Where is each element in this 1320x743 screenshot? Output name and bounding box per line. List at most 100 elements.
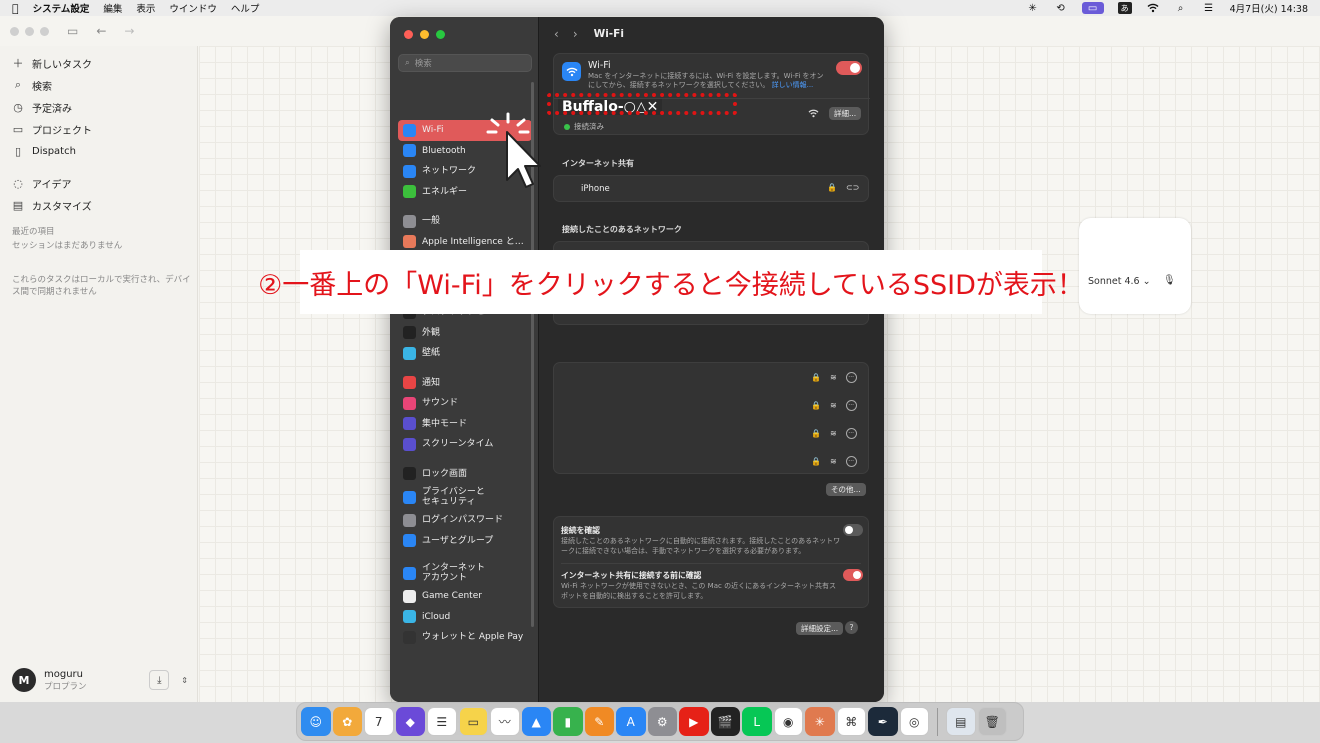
preview-icon[interactable]: ▤: [946, 706, 976, 737]
sidebar-item-hand[interactable]: プライバシーと セキュリティ: [398, 484, 532, 510]
forward-chevron-icon[interactable]: ›: [573, 27, 578, 41]
sidebar-item-ideas[interactable]: ◌ アイデア: [0, 172, 197, 194]
claquette-icon[interactable]: 🎬: [710, 706, 740, 737]
app-name-menu[interactable]: システム設定: [33, 1, 90, 15]
menu-help[interactable]: ヘルプ: [231, 1, 260, 15]
sidebar-item-projects[interactable]: ▭ プロジェクト: [0, 118, 197, 140]
connected-network-row[interactable]: Buffalo-○△✕ 接続済み 詳細...: [547, 93, 870, 134]
apple-menu-icon[interactable]: : [12, 2, 19, 15]
forward-arrow-icon[interactable]: →: [124, 24, 134, 38]
more-icon[interactable]: ···: [845, 372, 857, 383]
pages-icon[interactable]: ✎: [584, 706, 614, 737]
photos-icon[interactable]: ✿: [332, 706, 362, 737]
wifi-toggle[interactable]: [836, 61, 862, 75]
sidebar-item-gamecenter[interactable]: Game Center: [398, 586, 532, 607]
menu-edit[interactable]: 編集: [103, 1, 122, 15]
sidebar-item-moon[interactable]: 集中モード: [398, 414, 532, 435]
sidebar-item-at[interactable]: インターネット アカウント: [398, 560, 532, 586]
sidebar-item-cloud[interactable]: iCloud: [398, 607, 532, 628]
freeform-icon[interactable]: 〰: [490, 706, 520, 737]
hotspot-card[interactable]: iPhone 🔒 ⊂⊃: [553, 175, 869, 202]
more-icon[interactable]: ···: [845, 400, 857, 411]
model-selector[interactable]: Sonnet 4.6 ⌄: [1088, 276, 1151, 287]
phone-icon: ▯: [14, 144, 22, 158]
advanced-settings-button[interactable]: 詳細設定...: [796, 622, 844, 635]
claude-icon[interactable]: ✳: [805, 706, 835, 737]
sidebar-item-users[interactable]: ユーザとグループ: [398, 531, 532, 552]
menubar-clock[interactable]: 4月7日(火) 14:38: [1230, 1, 1308, 15]
download-icon[interactable]: ⤓: [149, 670, 170, 690]
sidebar-item-scheduled[interactable]: ◷ 予定済み: [0, 96, 197, 118]
reminders-icon[interactable]: ☰: [427, 706, 457, 737]
chevron-updown-icon[interactable]: ⇕: [181, 676, 188, 685]
sidebar-item-hourglass[interactable]: スクリーンタイム: [398, 434, 532, 455]
sidebar-item-bell[interactable]: 通知: [398, 373, 532, 394]
minimize-button[interactable]: [420, 30, 429, 39]
sidebar-item-label: 集中モード: [422, 418, 468, 429]
user-profile[interactable]: M moguru プロプラン ⤓ ⇕: [0, 658, 198, 702]
sidebar-item-dispatch[interactable]: ▯ Dispatch: [0, 140, 197, 162]
sidebar-item-gear[interactable]: 一般: [398, 211, 532, 232]
input-source-icon[interactable]: あ: [1117, 2, 1132, 14]
lock-icon: 🔒: [811, 401, 821, 410]
keynote-icon[interactable]: ▲: [521, 706, 551, 737]
notes-icon[interactable]: ▭: [458, 706, 488, 737]
chat-input-box[interactable]: Sonnet 4.6 ⌄ 🎙: [1079, 218, 1191, 314]
more-icon[interactable]: ···: [845, 428, 857, 439]
ask-join-toggle[interactable]: [843, 524, 863, 536]
numbers-icon[interactable]: ▮: [553, 706, 583, 737]
spotlight-icon[interactable]: ⌕: [1174, 2, 1188, 14]
network-row-icons[interactable]: 🔒 ≋ ···: [811, 372, 857, 383]
sidebar-toggle-icon[interactable]: ▭: [67, 24, 78, 38]
back-chevron-icon[interactable]: ‹: [554, 27, 559, 41]
sidebar-item-flower[interactable]: 壁紙: [398, 343, 532, 364]
claude-status-icon[interactable]: ✳: [1026, 2, 1040, 14]
network-row-icons[interactable]: 🔒 ≋ ···: [811, 400, 857, 411]
time-machine-icon[interactable]: ⟲: [1054, 2, 1068, 14]
settings-search-input[interactable]: ⌕ 検索: [398, 54, 532, 72]
close-button[interactable]: [10, 26, 19, 36]
microphone-icon[interactable]: 🎙: [1163, 275, 1176, 286]
more-icon[interactable]: ···: [845, 456, 857, 467]
help-button[interactable]: ?: [845, 621, 858, 634]
zoom-button[interactable]: [436, 30, 445, 39]
sidebar-item-wallet[interactable]: ウォレットと Apple Pay: [398, 627, 532, 648]
sidebar-item-sparkle[interactable]: Apple Intelligence と…: [398, 232, 532, 253]
details-button[interactable]: 詳細...: [829, 107, 862, 120]
line-icon[interactable]: L: [742, 706, 772, 737]
trash-icon[interactable]: 🗑: [977, 706, 1007, 737]
sidebar-item-search[interactable]: ⌕ 検索: [0, 74, 197, 96]
menu-window[interactable]: ウインドウ: [169, 1, 217, 15]
back-arrow-icon[interactable]: ←: [96, 24, 106, 38]
screen-capture-icon[interactable]: ◎: [899, 706, 929, 737]
sidebar-item-appearance[interactable]: 外観: [398, 323, 532, 344]
system-settings-icon[interactable]: ⚙: [647, 706, 677, 737]
ask-hotspot-toggle[interactable]: [843, 569, 863, 581]
sidebar-item-speaker[interactable]: サウンド: [398, 393, 532, 414]
wifi-status-icon[interactable]: [1146, 2, 1160, 14]
other-network-button[interactable]: その他...: [826, 483, 866, 496]
calendar-icon[interactable]: 7: [364, 706, 394, 737]
shortcuts-icon[interactable]: ◆: [395, 706, 425, 737]
network-row-icons[interactable]: 🔒 ≋ ···: [811, 428, 857, 439]
zoom-button[interactable]: [40, 26, 49, 36]
appstore-icon[interactable]: A: [616, 706, 646, 737]
minimize-button[interactable]: [25, 26, 34, 36]
network-row-icons[interactable]: 🔒 ≋ ···: [811, 456, 857, 467]
close-button[interactable]: [404, 30, 413, 39]
sidebar-item-new-task[interactable]: ＋ 新しいタスク: [0, 52, 197, 74]
screen-mirroring-icon[interactable]: ▭: [1081, 2, 1104, 14]
chrome-icon[interactable]: ◉: [773, 706, 803, 737]
finder-icon[interactable]: ☺: [301, 706, 331, 737]
learn-more-link[interactable]: 詳しい情報...: [772, 81, 814, 89]
sidebar-item-customize[interactable]: ▤ カスタマイズ: [0, 194, 197, 216]
chatgpt-icon[interactable]: ⌘: [836, 706, 866, 737]
control-center-icon[interactable]: ☰: [1202, 2, 1216, 14]
menu-view[interactable]: 表示: [136, 1, 155, 15]
youtube-icon[interactable]: ▶: [679, 706, 709, 737]
sidebar-item-lock[interactable]: ロック画面: [398, 464, 532, 485]
wifi-signal-icon: ≋: [829, 457, 837, 466]
sidebar-item-password[interactable]: ログインパスワード: [398, 510, 532, 531]
pane-header: ‹ › Wi-Fi: [540, 17, 884, 51]
illustrator-app-icon[interactable]: ✒: [868, 706, 898, 737]
